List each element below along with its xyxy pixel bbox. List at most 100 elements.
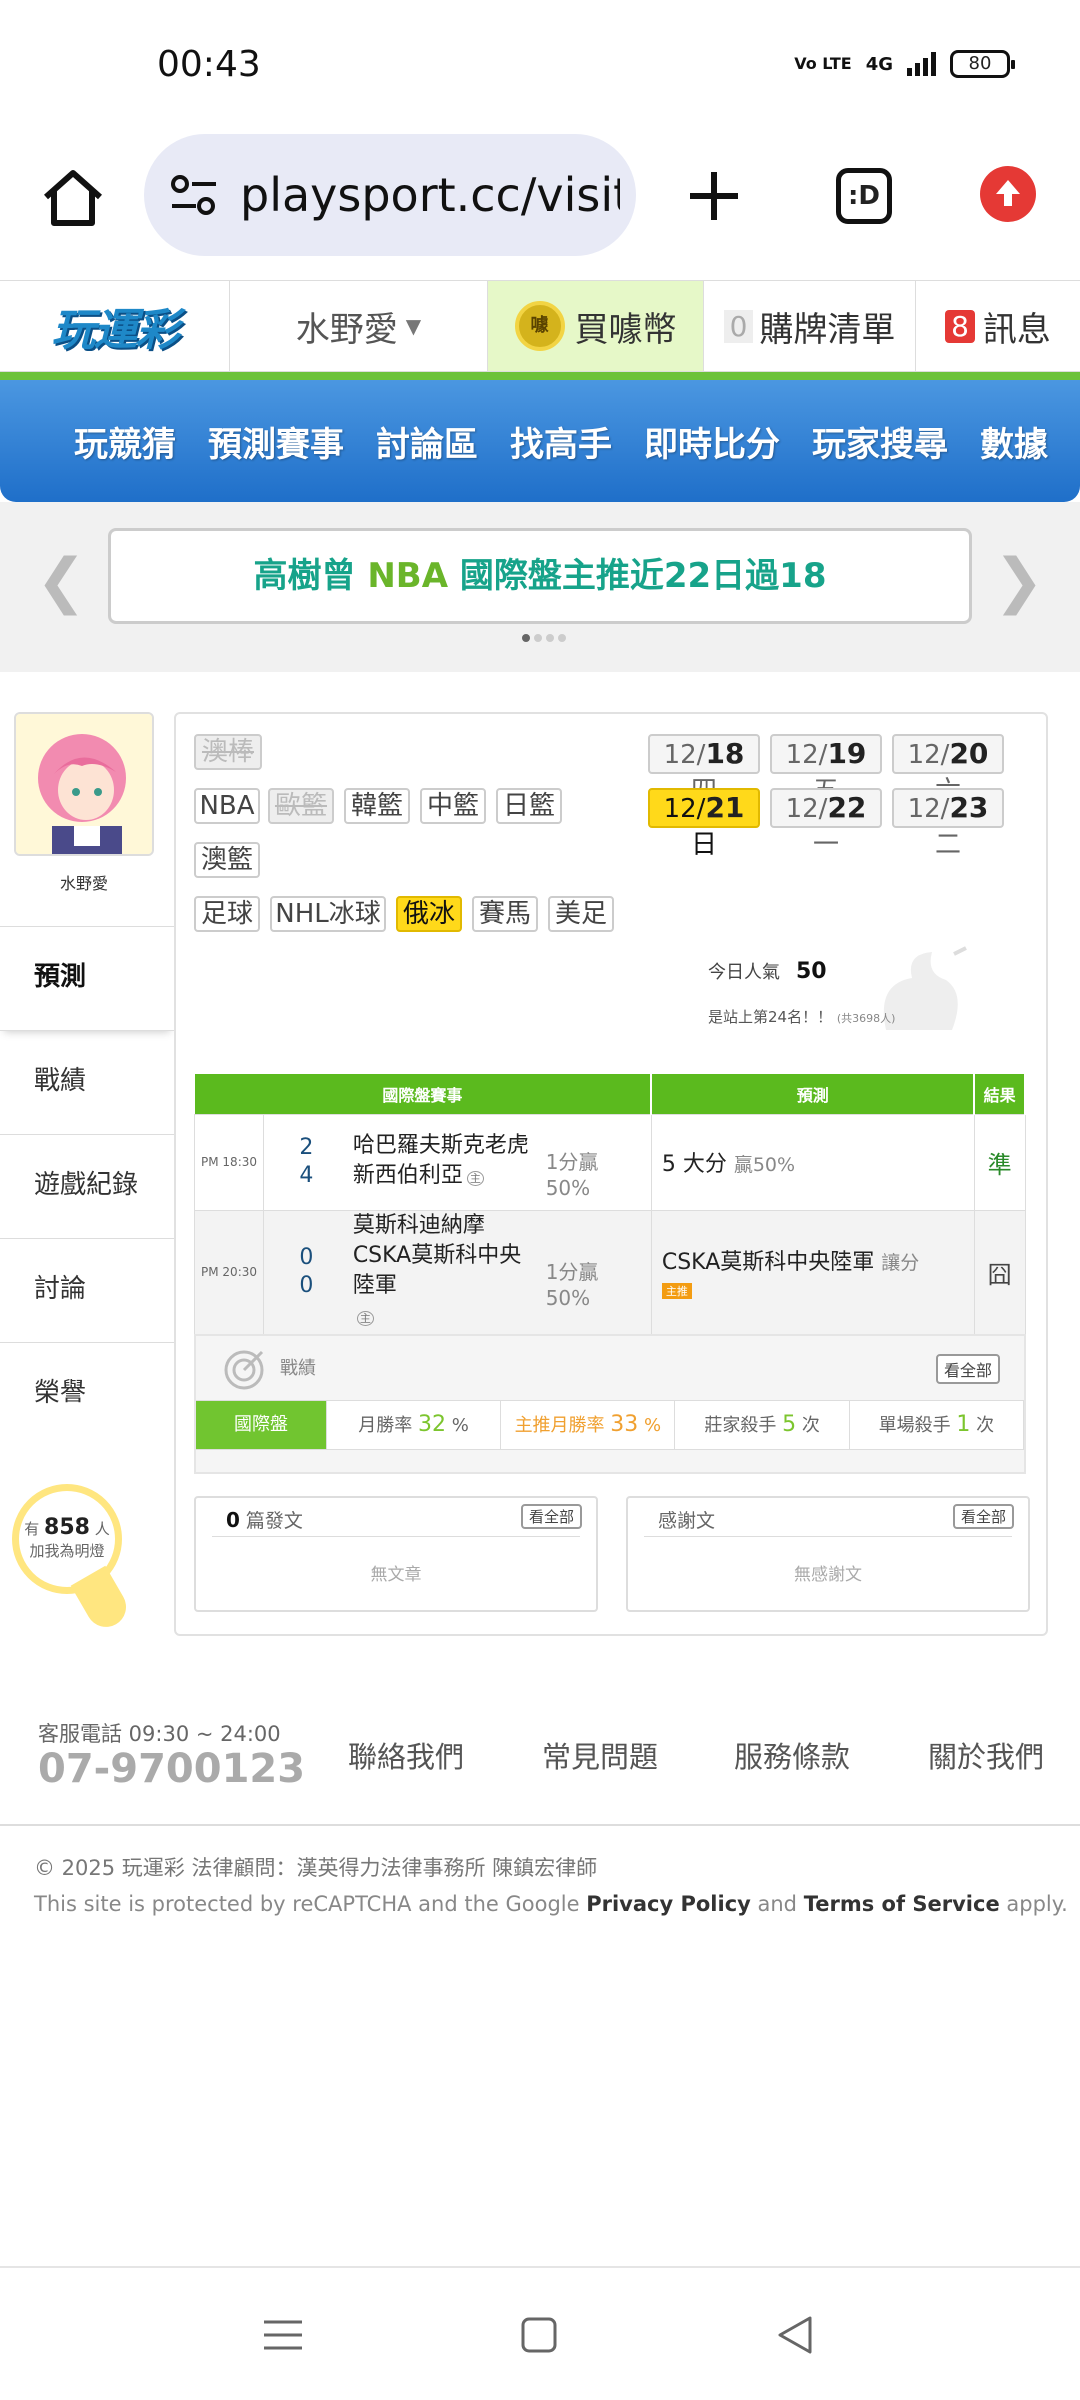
carousel-dots xyxy=(522,634,566,642)
date-button[interactable]: 12/20 六 xyxy=(892,734,1004,806)
nav-item-predict[interactable]: 預測賽事 xyxy=(208,417,344,466)
avatar[interactable] xyxy=(14,712,154,856)
sport-tag[interactable]: 韓籃 xyxy=(344,788,410,824)
record-stats: 國際盤 月勝率 32 % 主推月勝率 33 % 莊家殺手 5 次 單場殺手 1 … xyxy=(196,1400,1025,1450)
sidebar-item-game-log[interactable]: 遊戲紀錄 xyxy=(0,1134,174,1238)
nav-item-player-search[interactable]: 玩家搜尋 xyxy=(812,417,948,466)
date-button[interactable]: 12/19 五 xyxy=(770,734,882,806)
sport-tag-selected[interactable]: 俄冰 xyxy=(396,896,462,932)
user-menu[interactable]: 水野愛 ▼ xyxy=(230,281,488,371)
thanks-box: 感謝文 看全部 無感謝文 xyxy=(626,1496,1030,1612)
status-time: 00:43 xyxy=(157,44,261,85)
service-phone[interactable]: 07-9700123 xyxy=(38,1746,305,1792)
url-text[interactable]: playsport.cc/visit xyxy=(240,168,620,222)
home-square-icon[interactable] xyxy=(514,2310,564,2360)
new-tab-icon[interactable] xyxy=(684,166,744,226)
monthly-win-rate: 月勝率 32 % xyxy=(327,1401,502,1449)
site-settings-icon[interactable] xyxy=(170,174,218,216)
table-row[interactable]: PM 18:30 24 哈巴羅夫斯克老虎 新西伯利亞主 1分贏 50% 5 大分 贏… xyxy=(193,1113,1026,1211)
status-bar: 00:43 Vo LTE 4G 80 xyxy=(0,0,1080,130)
battery-icon: 80 xyxy=(950,50,1015,78)
record-tab[interactable]: 國際盤 xyxy=(196,1401,327,1449)
table-row[interactable]: PM 20:30 00 莫斯科迪納摩 CSKA莫斯科中央陸軍主 1分贏 50% CS… xyxy=(193,1209,1026,1335)
message-count-badge: 8 xyxy=(945,309,975,343)
recaptcha-notice: This site is protected by reCAPTCHA and … xyxy=(34,1892,1068,1916)
sport-tag[interactable]: 美足 xyxy=(548,896,614,932)
nav-item-data[interactable]: 數據 xyxy=(980,417,1048,466)
table-header: 預測 xyxy=(651,1074,976,1114)
sidebar-item-record[interactable]: 戰績 xyxy=(0,1030,174,1134)
posts-box: 0 篇發文 看全部 無文章 xyxy=(194,1496,598,1612)
sport-tag[interactable]: 澳籃 xyxy=(194,842,260,878)
update-icon[interactable] xyxy=(980,166,1036,222)
date-button[interactable]: 12/18 四 xyxy=(648,734,760,806)
profile-name: 水野愛 xyxy=(59,874,108,893)
footer-link-contact[interactable]: 聯絡我們 xyxy=(348,1734,464,1776)
footer-link-terms[interactable]: 服務條款 xyxy=(734,1734,850,1776)
nav-item-livescore[interactable]: 即時比分 xyxy=(644,417,780,466)
sidebar-item-honor[interactable]: 榮譽 xyxy=(0,1342,174,1446)
buy-coin-button[interactable]: 噱買噱幣 xyxy=(488,281,704,371)
menu-icon[interactable] xyxy=(258,2310,308,2360)
footer: 客服電話 09:30 ~ 24:00 07-9700123 聯絡我們 常見問題 … xyxy=(0,1696,1080,1826)
record-view-all-button[interactable]: 看全部 xyxy=(935,1354,1000,1384)
promo-banner[interactable]: 高樹曾 NBA 國際盤主推近22日過18 xyxy=(108,528,972,624)
sport-tag[interactable]: 足球 xyxy=(194,896,260,932)
home-icon[interactable] xyxy=(40,165,106,231)
date-button-selected[interactable]: 12/21 日 xyxy=(648,788,760,860)
sport-tag[interactable]: 中籃 xyxy=(420,788,486,824)
main-monthly-win-rate: 主推月勝率 33 % xyxy=(501,1401,676,1449)
volte-icon: Vo LTE xyxy=(794,54,852,73)
network-type: 4G xyxy=(865,53,893,75)
popularity-rank: 是站上第24名！！ (共3698人) xyxy=(708,1008,896,1026)
sidebar-item-discussion[interactable]: 討論 xyxy=(0,1238,174,1342)
sidebar-item-predict[interactable]: 預測 xyxy=(0,926,174,1030)
result-wrong: 囧 xyxy=(973,1209,1026,1335)
thanks-view-all-button[interactable]: 看全部 xyxy=(952,1504,1014,1529)
result-correct: 準 xyxy=(973,1113,1026,1211)
cart-count: 0 xyxy=(723,309,754,343)
main-nav: 玩競猜 預測賽事 討論區 找高手 即時比分 玩家搜尋 數據 xyxy=(0,380,1080,502)
messages-link[interactable]: 8 訊息 xyxy=(916,281,1080,371)
chevron-right-icon[interactable]: ❯ xyxy=(994,546,1044,616)
site-logo[interactable]: 玩運彩 xyxy=(0,281,230,371)
status-icons: Vo LTE 4G 80 xyxy=(794,50,1015,78)
main-pick-badge: 主推 xyxy=(661,1282,692,1299)
cart-link[interactable]: 0 購牌清單 xyxy=(704,281,916,371)
posts-view-all-button[interactable]: 看全部 xyxy=(520,1504,582,1529)
service-hours: 客服電話 09:30 ~ 24:00 xyxy=(38,1722,281,1746)
privacy-link[interactable]: Privacy Policy xyxy=(586,1892,751,1916)
table-header: 結果 xyxy=(974,1074,1026,1114)
thanks-empty: 無感謝文 xyxy=(794,1565,862,1585)
target-icon xyxy=(224,1350,264,1390)
back-icon[interactable] xyxy=(770,2310,820,2360)
profile-sidebar: 預測 戰績 遊戲紀錄 討論 榮譽 xyxy=(0,926,174,1446)
tab-switcher-button[interactable]: :D xyxy=(836,168,892,224)
caret-down-icon: ▼ xyxy=(405,314,422,338)
sport-tag[interactable]: 日籃 xyxy=(496,788,562,824)
banner-carousel: ❮ 高樹曾 NBA 國際盤主推近22日過18 ❯ xyxy=(0,502,1080,672)
site-header: 玩運彩 水野愛 ▼ 噱買噱幣 0 購牌清單 8 訊息 xyxy=(0,280,1080,372)
terms-link[interactable]: Terms of Service xyxy=(804,1892,1000,1916)
footer-link-faq[interactable]: 常見問題 xyxy=(542,1734,658,1776)
nav-item-forum[interactable]: 討論區 xyxy=(376,417,478,466)
date-button[interactable]: 12/23 二 xyxy=(892,788,1004,860)
popularity: 今日人氣 50 xyxy=(708,959,827,984)
sport-tag[interactable]: 賽馬 xyxy=(472,896,538,932)
browser-toolbar: playsport.cc/visit :D xyxy=(0,130,1080,280)
games-table: 國際盤賽事 預測 結果 PM 18:30 24 哈巴羅夫斯克老虎 新西伯利亞主 1… xyxy=(193,1074,1026,1335)
coin-icon: 噱 xyxy=(514,301,565,351)
header-divider xyxy=(0,372,1080,380)
sport-tag[interactable]: NHL冰球 xyxy=(270,896,386,932)
sport-tag: 歐籃 xyxy=(268,788,334,824)
table-header: 國際盤賽事 xyxy=(194,1074,653,1114)
sport-tag[interactable]: NBA xyxy=(194,788,260,824)
chevron-left-icon[interactable]: ❮ xyxy=(36,546,86,616)
nav-item-guess[interactable]: 玩競猜 xyxy=(74,417,176,466)
address-bar[interactable]: playsport.cc/visit xyxy=(144,134,636,256)
record-box: 戰績 看全部 國際盤 月勝率 32 % 主推月勝率 33 % 莊家殺手 5 次 … xyxy=(194,1334,1026,1474)
date-button[interactable]: 12/22 一 xyxy=(770,788,882,860)
nav-item-experts[interactable]: 找高手 xyxy=(510,417,612,466)
footer-link-about[interactable]: 關於我們 xyxy=(928,1734,1044,1776)
banker-killer: 莊家殺手 5 次 xyxy=(675,1401,850,1449)
